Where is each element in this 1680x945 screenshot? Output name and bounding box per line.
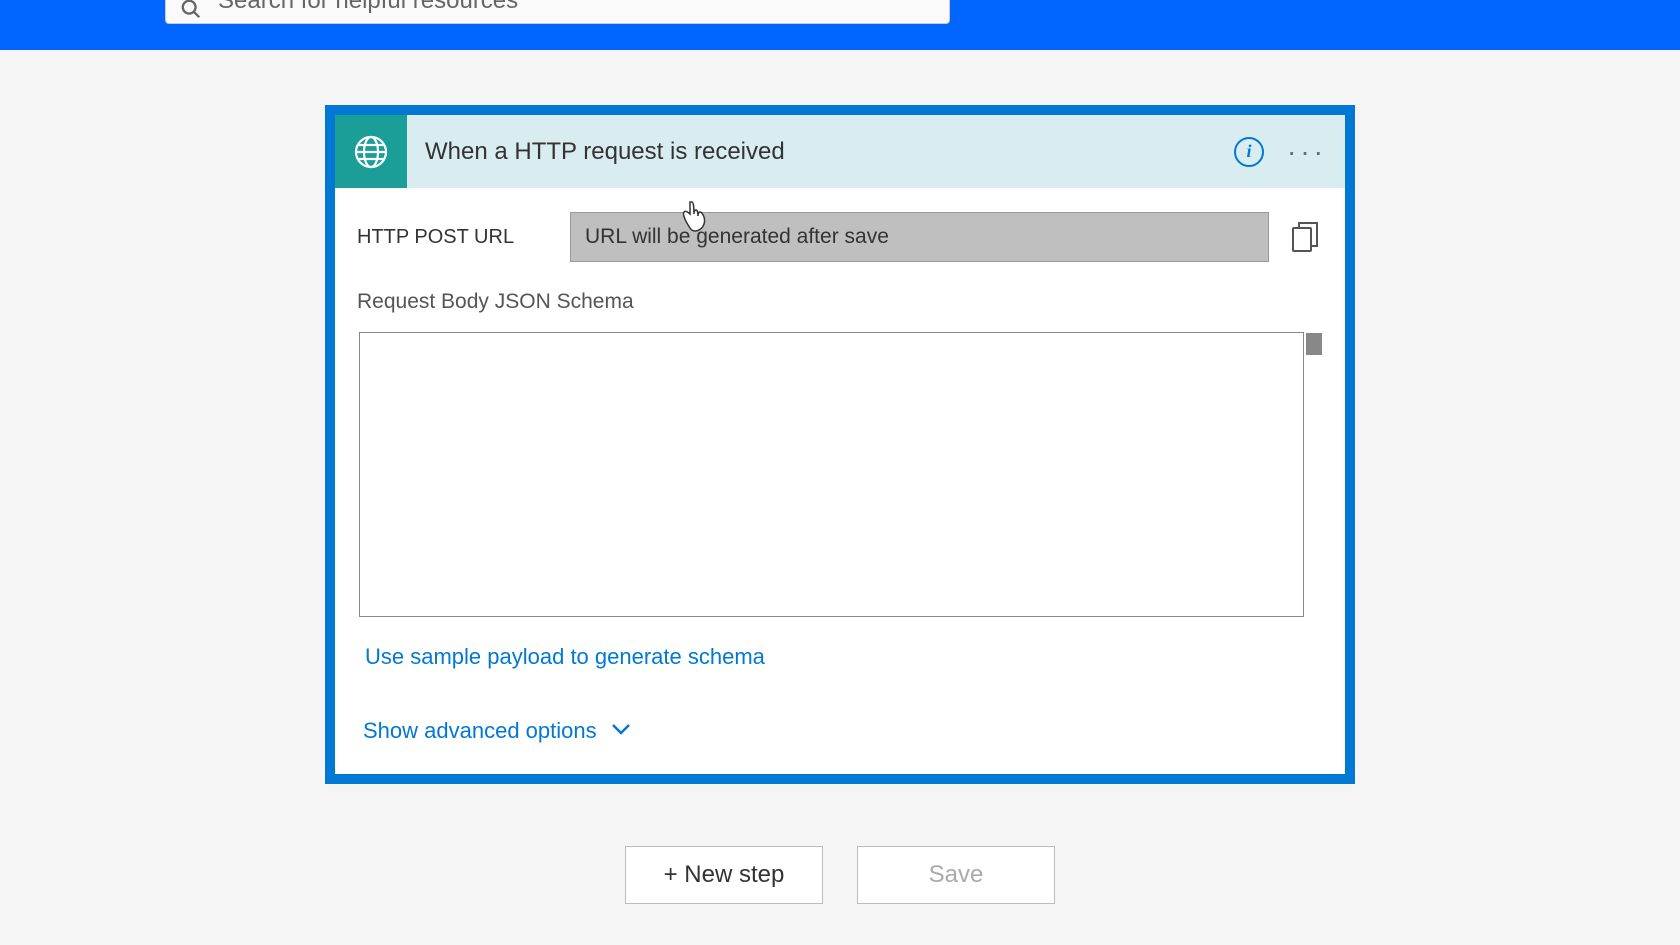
- search-input[interactable]: Search for helpful resources: [165, 0, 950, 24]
- top-banner: Search for helpful resources: [0, 0, 1680, 50]
- schema-label: Request Body JSON Schema: [357, 290, 1323, 314]
- schema-textarea[interactable]: [359, 332, 1304, 617]
- action-row: + New step Save: [625, 846, 1055, 904]
- chevron-down-icon: [611, 722, 631, 741]
- step-body: HTTP POST URL URL will be generated afte…: [335, 188, 1345, 774]
- http-url-value: URL will be generated after save: [570, 212, 1269, 262]
- sample-payload-link[interactable]: Use sample payload to generate schema: [365, 644, 765, 670]
- show-advanced-label: Show advanced options: [363, 718, 597, 744]
- copy-icon: [1291, 221, 1319, 253]
- search-icon: [180, 0, 202, 25]
- save-button[interactable]: Save: [857, 846, 1055, 904]
- step-title: When a HTTP request is received: [425, 138, 1211, 166]
- http-url-row: HTTP POST URL URL will be generated afte…: [357, 212, 1323, 262]
- info-icon: i: [1234, 137, 1264, 167]
- show-advanced-toggle[interactable]: Show advanced options: [363, 718, 1323, 744]
- step-header[interactable]: When a HTTP request is received i ···: [335, 115, 1345, 188]
- http-url-label: HTTP POST URL: [357, 226, 552, 249]
- new-step-button[interactable]: + New step: [625, 846, 823, 904]
- info-button[interactable]: i: [1229, 132, 1269, 172]
- copy-url-button[interactable]: [1287, 219, 1323, 255]
- search-placeholder: Search for helpful resources: [218, 0, 518, 15]
- scrollbar-corner: [1306, 333, 1322, 355]
- trigger-step-card: When a HTTP request is received i ··· HT…: [325, 105, 1355, 784]
- more-menu-button[interactable]: ···: [1287, 132, 1327, 172]
- schema-input-wrap: [357, 332, 1323, 622]
- http-trigger-icon: [335, 115, 407, 188]
- flow-canvas: When a HTTP request is received i ··· HT…: [0, 50, 1680, 904]
